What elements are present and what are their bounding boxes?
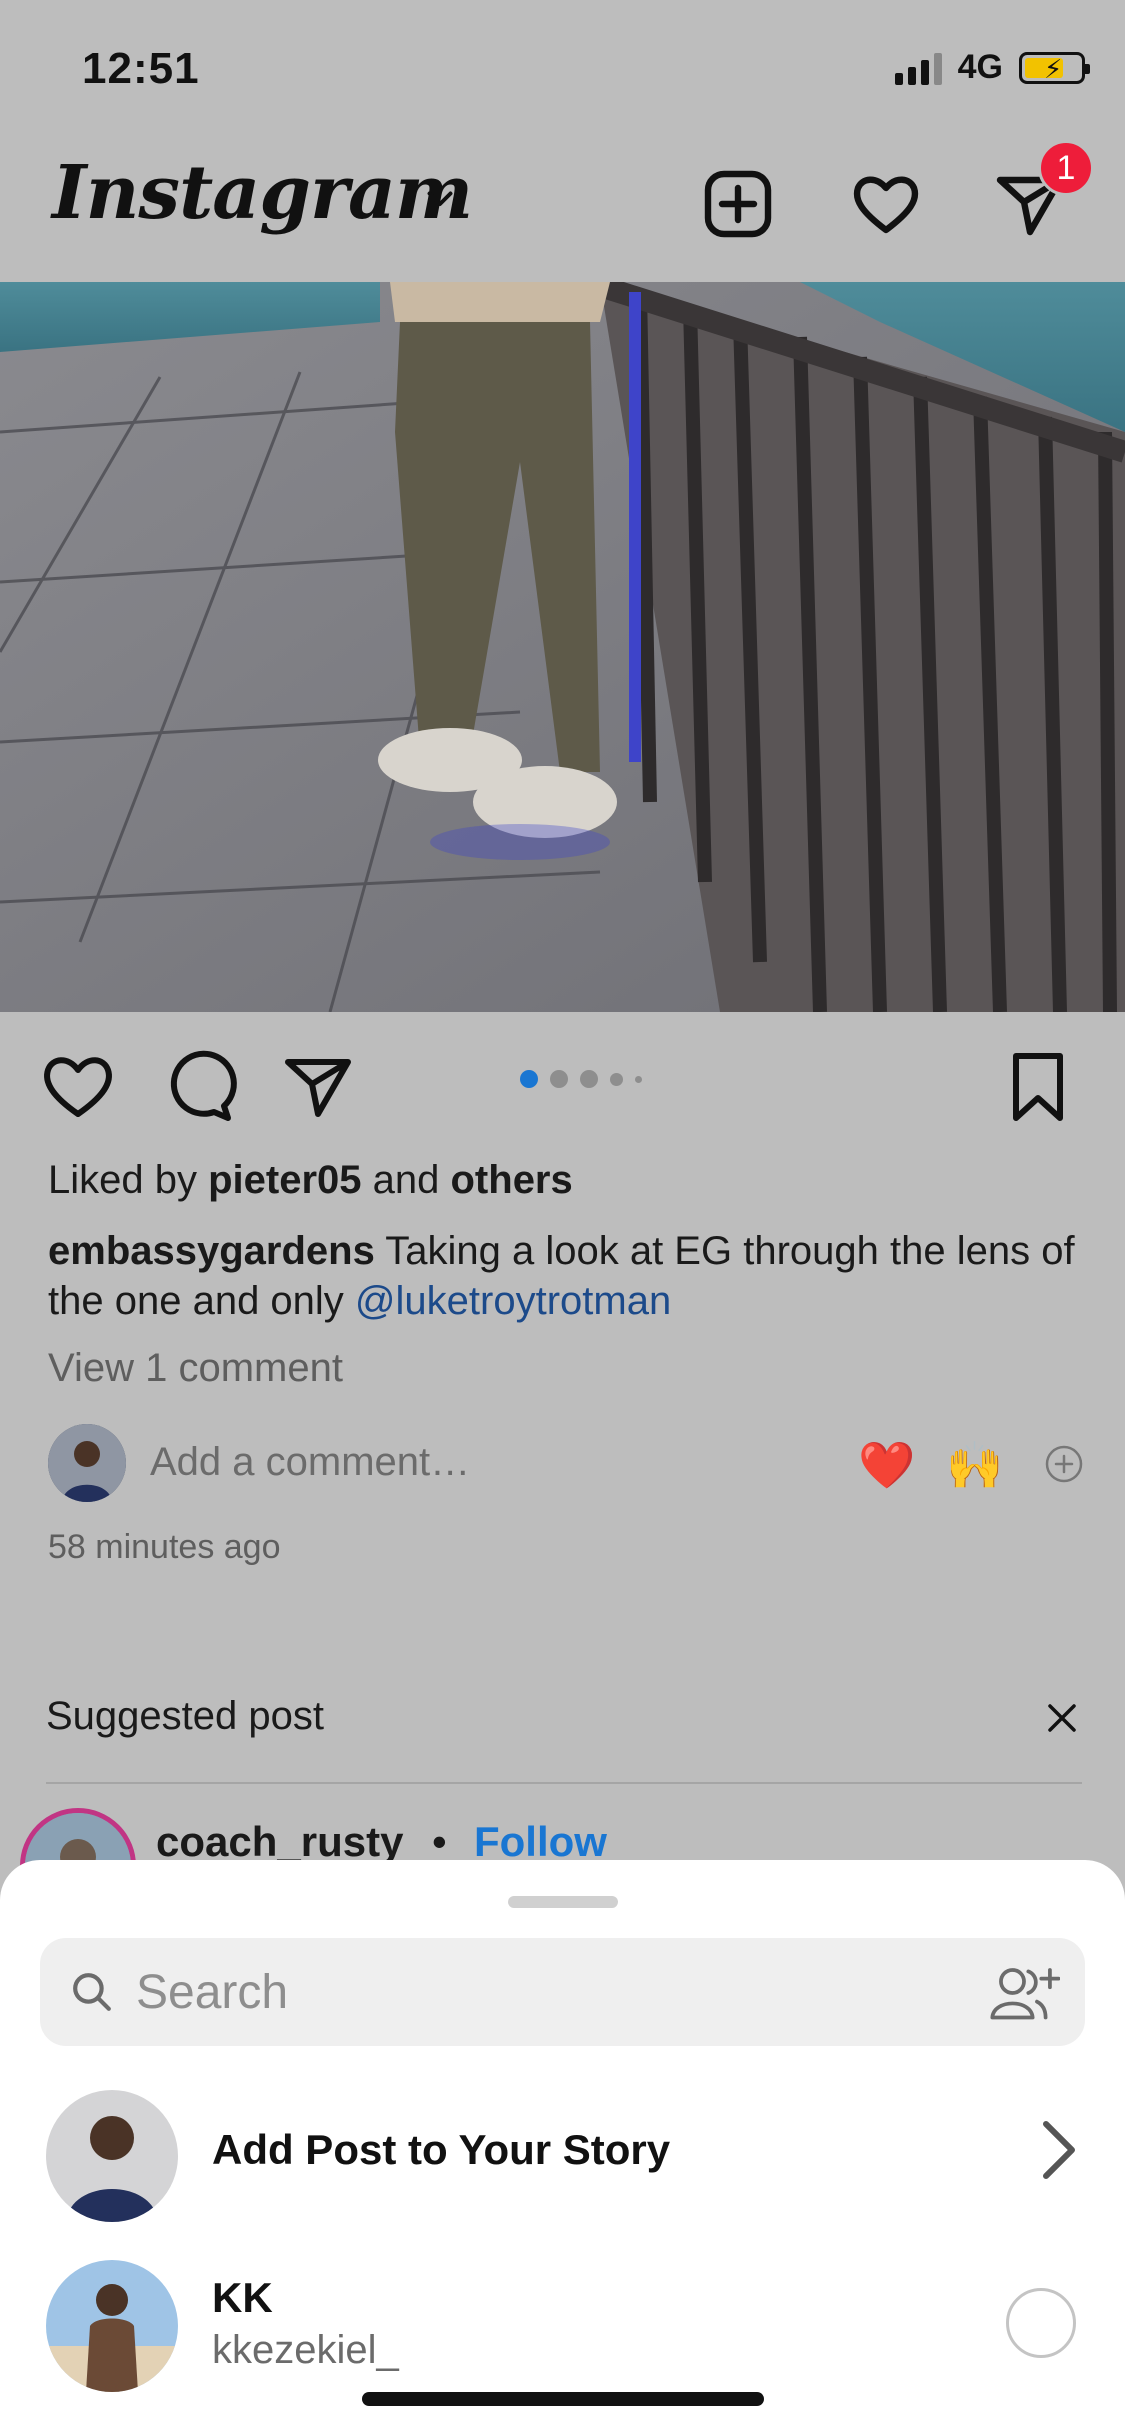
chevron-down-icon[interactable] [422,180,458,216]
avatar-image [48,1424,126,1502]
likes-summary[interactable]: Liked by pieter05 and others [48,1158,573,1203]
search-input[interactable] [136,1938,996,2046]
view-comments-link[interactable]: View 1 comment [48,1346,343,1391]
chevron-right-icon [1043,2121,1075,2179]
add-to-story-row[interactable]: Add Post to Your Story [0,2070,1125,2240]
caption-mention-link[interactable]: @luketroytrotman [355,1279,671,1323]
likes-others-link[interactable]: others [451,1158,573,1202]
close-icon[interactable] [1042,1698,1082,1738]
avatar [48,1424,126,1502]
contact-handle: kkezekiel_ [212,2328,399,2372]
post-caption: embassygardens Taking a look at EG throu… [48,1226,1088,1326]
follow-button[interactable]: Follow [474,1818,607,1866]
post-timestamp: 58 minutes ago [48,1528,281,1566]
bookmark-icon[interactable] [998,1046,1078,1126]
suggested-username[interactable]: coach_rusty [156,1818,403,1866]
activity-heart-icon[interactable] [846,164,926,244]
carousel-dot [520,1070,538,1088]
new-post-icon[interactable] [698,164,778,244]
home-indicator[interactable] [362,2392,764,2406]
quick-reaction-heart[interactable]: ❤️ [858,1438,915,1493]
instagram-logo[interactable]: Instagram [52,150,473,236]
likes-prefix: Liked by [48,1158,209,1202]
battery-icon: ⚡ [1019,51,1090,84]
separator: • [432,1818,447,1865]
sheet-grabber[interactable] [508,1896,618,1908]
divider [46,1782,1082,1784]
app-header: Instagram 1 [0,140,1125,282]
post-photo-illustration [0,282,1125,1012]
carousel-indicator [520,1070,642,1088]
carousel-dot [550,1070,568,1088]
status-time: 12:51 [82,44,200,93]
status-bar: 12:51 4G ⚡ [0,0,1125,140]
add-comment-input[interactable]: Add a comment… [150,1440,470,1485]
comment-icon[interactable] [158,1046,238,1126]
suggested-post-title: Suggested post [46,1694,324,1738]
cellular-signal-icon [894,51,942,85]
select-radio[interactable] [1006,2288,1076,2358]
search-bar[interactable] [40,1938,1085,2046]
add-to-story-label: Add Post to Your Story [212,2126,671,2173]
quick-reaction-raised-hands[interactable]: 🙌 [946,1438,1003,1493]
add-people-icon[interactable] [988,1964,1060,2022]
likes-user-link[interactable]: pieter05 [208,1158,361,1202]
network-type: 4G [957,48,1003,86]
carousel-dot [635,1075,642,1083]
post-image[interactable] [0,282,1125,1012]
add-emoji-icon[interactable] [1044,1444,1084,1484]
like-heart-icon[interactable] [38,1046,118,1126]
share-icon[interactable] [278,1046,358,1126]
status-indicators: 4G ⚡ [894,48,1090,87]
dm-badge: 1 [1038,140,1094,196]
carousel-dot [610,1072,623,1086]
caption-username[interactable]: embassygardens [48,1229,375,1273]
carousel-dot [580,1070,598,1088]
search-icon [73,1973,111,2011]
avatar [46,2260,178,2392]
likes-middle: and [361,1158,451,1202]
contact-avatar-image [46,2260,178,2392]
avatar [46,2090,178,2222]
share-sheet: Add Post to Your Story KK kkezekiel_ [0,1860,1125,2436]
contact-name: KK [212,2274,273,2321]
story-avatar-image [46,2090,178,2222]
